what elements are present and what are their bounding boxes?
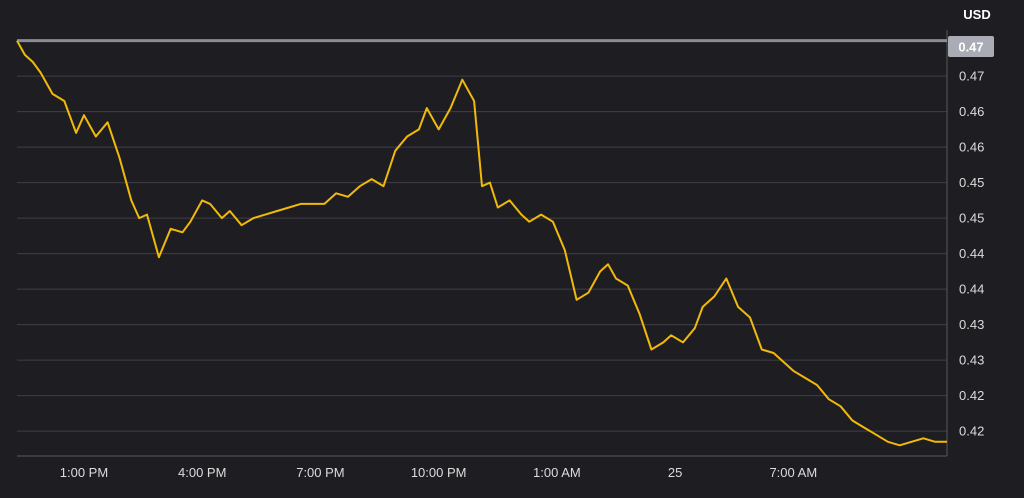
y-tick-label: 0.44 — [959, 246, 984, 261]
x-tick-label: 7:00 AM — [769, 465, 817, 480]
y-tick-label: 0.46 — [959, 104, 984, 119]
y-tick-label: 0.46 — [959, 140, 984, 155]
y-tick-label: 0.45 — [959, 175, 984, 190]
price-series-line — [16, 40, 947, 447]
chart-container: 0.47 0.46 0.46 0.45 0.45 0.44 0.44 0.43 0.43 0.42… — [0, 0, 1024, 498]
y-tick-label: 0.45 — [959, 211, 984, 226]
current-value-badge[interactable]: 0.47 — [948, 36, 994, 57]
x-tick-label: 25 — [668, 465, 682, 480]
y-tick-label: 0.43 — [959, 353, 984, 368]
x-tick-label: 1:00 PM — [60, 465, 108, 480]
y-tick-label: 0.47 — [959, 69, 984, 84]
x-tick-label: 10:00 PM — [411, 465, 467, 480]
unit-label: USD — [963, 7, 990, 22]
current-value-label: 0.47 — [958, 40, 983, 55]
y-tick-label: 0.42 — [959, 388, 984, 403]
x-tick-label: 1:00 AM — [533, 465, 581, 480]
x-tick-labels: 1:00 PM 4:00 PM 7:00 PM 10:00 PM 1:00 AM 25 7:… — [60, 465, 817, 480]
axes — [17, 30, 948, 457]
price-line-chart: 0.47 0.46 0.46 0.45 0.45 0.44 0.44 0.43 0.43 0.42… — [16, 7, 994, 480]
y-tick-label: 0.42 — [959, 424, 984, 439]
y-tick-labels: 0.47 0.46 0.46 0.45 0.45 0.44 0.44 0.43 0.43 0.42… — [959, 69, 984, 439]
y-tick-label: 0.43 — [959, 317, 984, 332]
y-tick-label: 0.44 — [959, 282, 984, 297]
grid-lines — [17, 75, 947, 432]
series-group — [16, 40, 947, 447]
x-tick-label: 4:00 PM — [178, 465, 226, 480]
x-tick-label: 7:00 PM — [296, 465, 344, 480]
